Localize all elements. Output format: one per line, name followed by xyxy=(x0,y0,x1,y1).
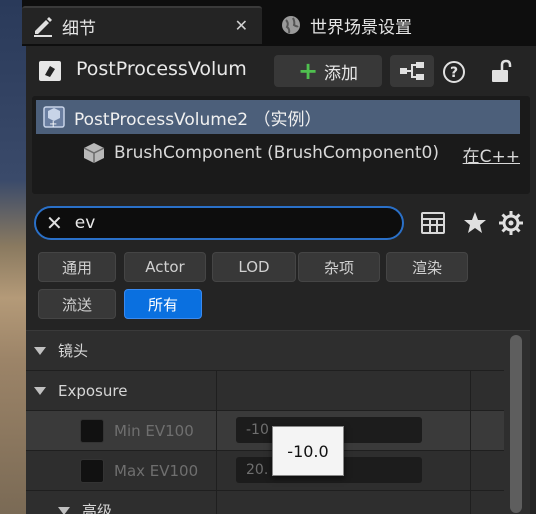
search-input[interactable] xyxy=(74,213,375,233)
filter-streaming[interactable]: 流送 xyxy=(38,289,116,319)
search-box: ✕ xyxy=(34,206,404,240)
filter-misc[interactable]: 杂项 xyxy=(298,252,380,282)
tab-details-label: 细节 xyxy=(62,18,96,39)
column-divider xyxy=(470,371,471,514)
component-row-brush[interactable]: BrushComponent (BrushComponent0) 在C++ xyxy=(36,136,520,170)
add-button-label: 添加 xyxy=(324,63,359,84)
brush-cube-icon xyxy=(82,141,106,165)
expand-arrow-icon xyxy=(58,506,70,514)
star-icon[interactable] xyxy=(462,210,488,236)
tab-world-settings[interactable]: 世界场景设置 xyxy=(270,6,470,44)
world-globe-icon xyxy=(280,14,302,36)
component-label: BrushComponent (BrushComponent0) xyxy=(114,143,439,163)
category-label: 镜头 xyxy=(58,342,89,360)
lock-icon[interactable] xyxy=(490,59,512,83)
category-exposure[interactable]: Exposure xyxy=(26,371,504,411)
filter-general[interactable]: 通用 xyxy=(38,252,116,282)
component-label: PostProcessVolume2 （实例） xyxy=(74,109,322,130)
actor-cube-icon xyxy=(38,60,62,82)
scrollbar-thumb[interactable] xyxy=(510,335,522,513)
property-name: Min EV100 xyxy=(114,422,194,440)
gear-icon[interactable] xyxy=(498,210,524,236)
svg-text:+: + xyxy=(49,119,57,129)
close-icon[interactable]: ✕ xyxy=(235,16,248,35)
clear-search-icon[interactable]: ✕ xyxy=(46,211,63,235)
category-label: 高级 xyxy=(82,502,113,514)
override-checkbox[interactable] xyxy=(80,459,104,483)
filter-all[interactable]: 所有 xyxy=(124,289,202,319)
viewport-background xyxy=(0,0,26,514)
filter-rendering[interactable]: 渲染 xyxy=(386,252,468,282)
override-checkbox[interactable] xyxy=(80,419,104,443)
volume-icon: + xyxy=(42,105,66,130)
filter-actor[interactable]: Actor xyxy=(124,252,206,282)
component-tree: + PostProcessVolume2 （实例） BrushComponent… xyxy=(32,96,530,194)
category-advanced[interactable]: 高级 xyxy=(50,491,504,514)
table-view-icon[interactable] xyxy=(420,210,446,236)
actor-name[interactable]: PostProcessVolum xyxy=(76,58,272,80)
tab-world-settings-label: 世界场景设置 xyxy=(310,17,412,38)
category-lens[interactable]: 镜头 xyxy=(26,331,504,371)
filter-lod[interactable]: LOD xyxy=(212,252,296,282)
tab-bar: 细节 ✕ 世界场景设置 xyxy=(22,0,536,46)
blueprint-hierarchy-icon xyxy=(400,62,424,80)
component-row-root[interactable]: + PostProcessVolume2 （实例） xyxy=(36,100,520,134)
plus-icon: + xyxy=(297,57,319,85)
tab-details[interactable]: 细节 ✕ xyxy=(22,6,262,44)
property-row-min-ev100: Min EV100 -10 xyxy=(26,411,504,451)
expand-arrow-icon xyxy=(34,386,46,395)
expand-arrow-icon xyxy=(34,346,46,355)
blueprint-button[interactable] xyxy=(390,55,434,87)
cpp-source-link[interactable]: 在C++ xyxy=(463,142,520,167)
column-divider xyxy=(216,371,217,514)
help-icon[interactable]: ? xyxy=(442,60,466,84)
category-label: Exposure xyxy=(58,381,128,400)
svg-text:?: ? xyxy=(450,65,458,81)
value-tooltip: -10.0 xyxy=(272,426,344,476)
property-row-max-ev100: Max EV100 20. xyxy=(26,451,504,491)
property-name: Max EV100 xyxy=(114,462,199,480)
property-grid: 镜头 Exposure Min EV100 -10 Max EV100 20. … xyxy=(26,330,530,514)
add-component-button[interactable]: + 添加 xyxy=(274,55,382,87)
actor-header: PostProcessVolum + 添加 ? xyxy=(26,46,536,96)
details-pencil-icon xyxy=(32,15,54,37)
